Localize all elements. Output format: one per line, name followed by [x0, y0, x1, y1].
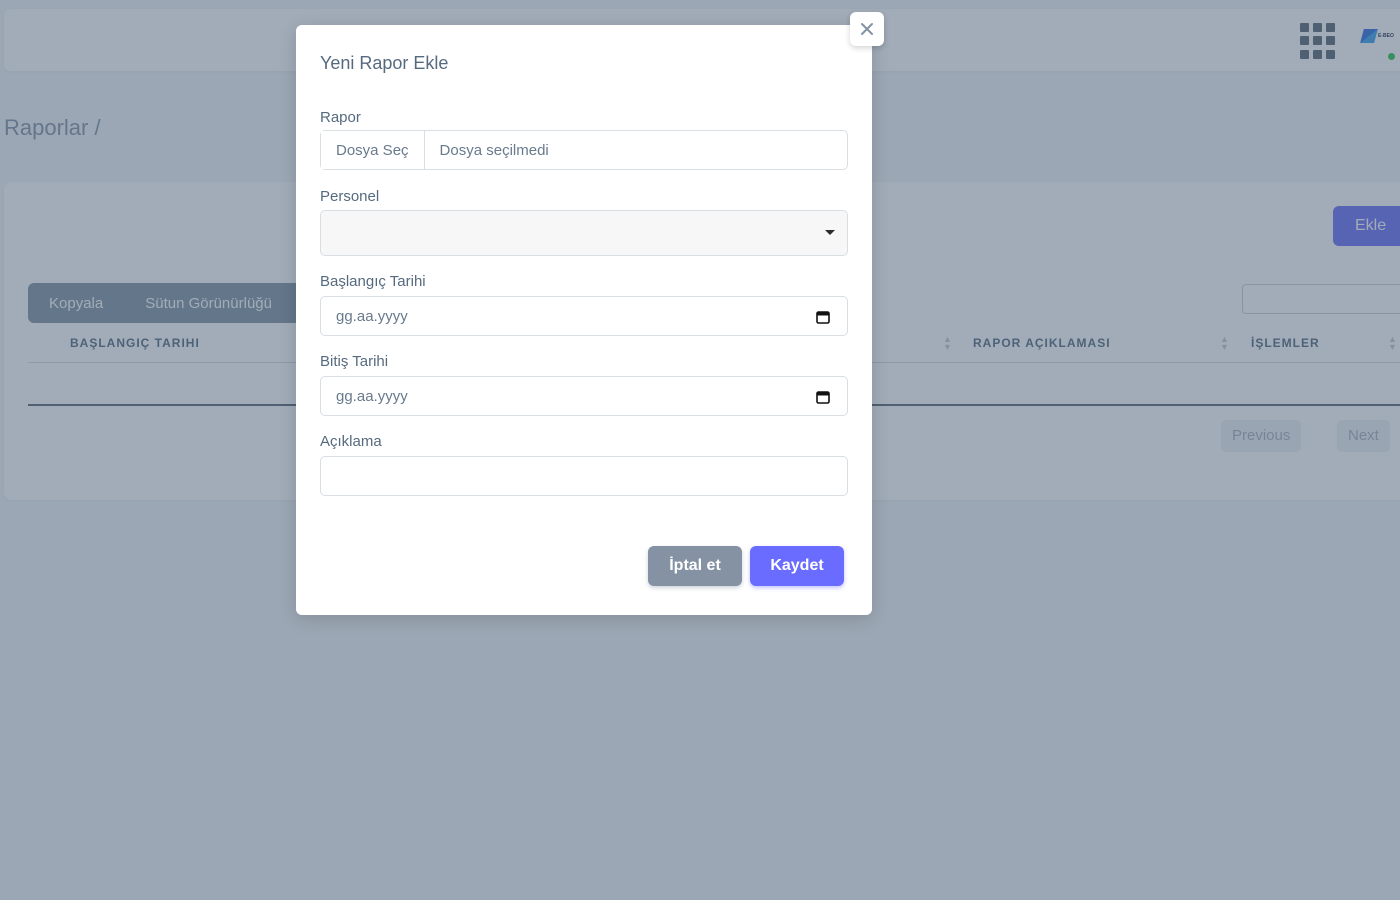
file-status-text: Dosya seçilmedi [439, 141, 549, 159]
report-label: Rapor [320, 109, 361, 126]
end-date-label: Bitiş Tarihi [320, 353, 389, 370]
calendar-icon[interactable] [816, 310, 830, 324]
description-input[interactable] [320, 456, 848, 496]
calendar-icon[interactable] [816, 390, 830, 404]
cancel-button[interactable]: İptal et [648, 546, 742, 586]
personnel-select[interactable] [320, 210, 848, 256]
start-date-input[interactable]: gg.aa.yyyy [320, 296, 848, 336]
start-date-label: Başlangıç Tarihi [320, 273, 426, 290]
save-button[interactable]: Kaydet [750, 546, 844, 586]
report-file-input[interactable]: Dosya Seç Dosya seçilmedi [320, 130, 848, 170]
end-date-input[interactable]: gg.aa.yyyy [320, 376, 848, 416]
personnel-label: Personel [320, 188, 380, 205]
caret-down-icon [825, 230, 835, 235]
choose-file-button[interactable]: Dosya Seç [321, 131, 425, 169]
close-modal-button[interactable] [850, 12, 884, 46]
start-date-placeholder: gg.aa.yyyy [336, 307, 408, 325]
modal-title: Yeni Rapor Ekle [320, 53, 449, 73]
description-label: Açıklama [320, 433, 382, 450]
end-date-placeholder: gg.aa.yyyy [336, 387, 408, 405]
add-report-modal: Yeni Rapor Ekle Rapor Dosya Seç Dosya se… [296, 25, 872, 615]
close-icon [861, 23, 873, 35]
